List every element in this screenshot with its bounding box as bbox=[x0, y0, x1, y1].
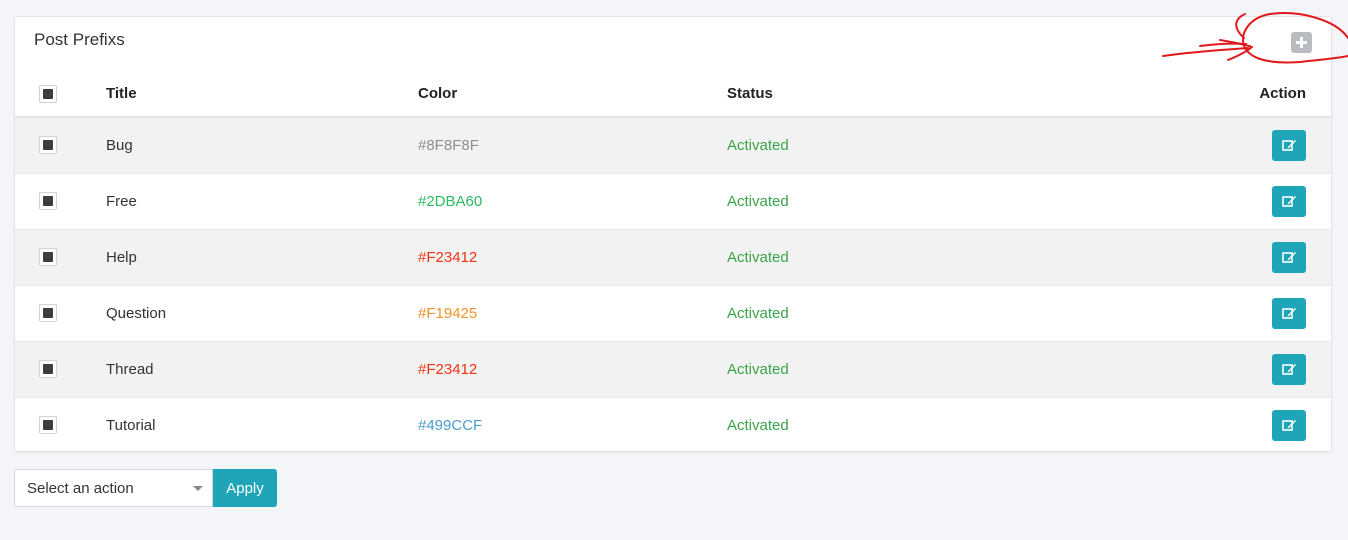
header-title: Title bbox=[106, 85, 137, 102]
select-all-checkbox[interactable] bbox=[39, 84, 57, 103]
caret-down-icon bbox=[193, 486, 203, 491]
row-checkbox[interactable] bbox=[39, 248, 57, 266]
row-title[interactable]: Thread bbox=[106, 341, 418, 397]
row-title[interactable]: Question bbox=[106, 285, 418, 341]
row-status: Activated bbox=[727, 304, 789, 322]
edit-icon bbox=[1281, 420, 1296, 432]
add-prefix-button[interactable] bbox=[1291, 32, 1312, 53]
row-status: Activated bbox=[727, 416, 789, 434]
edit-button[interactable] bbox=[1272, 353, 1306, 385]
row-color-code: #8F8F8F bbox=[418, 136, 479, 154]
row-title[interactable]: Tutorial bbox=[106, 397, 418, 453]
row-color-code: #F23412 bbox=[418, 248, 478, 266]
row-color-code: #2DBA60 bbox=[418, 192, 483, 210]
table-row: Free #2DBA60 Activated bbox=[15, 173, 1331, 229]
post-prefixes-panel: Post Prefixs Title Color Status Action B… bbox=[14, 16, 1332, 452]
table-row: Bug #8F8F8F Activated bbox=[15, 117, 1331, 173]
row-checkbox[interactable] bbox=[39, 192, 57, 210]
row-status: Activated bbox=[727, 360, 789, 378]
header-status: Status bbox=[727, 85, 773, 102]
header-select-cell bbox=[15, 71, 106, 117]
edit-icon bbox=[1281, 252, 1296, 263]
row-color-code: #F23412 bbox=[418, 360, 478, 378]
table-row: Thread #F23412 Activated bbox=[15, 341, 1331, 397]
row-title[interactable]: Bug bbox=[106, 117, 418, 173]
bulk-action-select-value: Select an action bbox=[27, 479, 134, 497]
row-color-code: #499CCF bbox=[418, 416, 483, 434]
row-checkbox[interactable] bbox=[39, 360, 57, 378]
row-status: Activated bbox=[727, 248, 789, 266]
row-title[interactable]: Free bbox=[106, 173, 418, 229]
panel-title: Post Prefixs bbox=[34, 30, 125, 49]
prefix-table: Title Color Status Action Bug #8F8F8F Ac… bbox=[15, 71, 1331, 453]
row-checkbox[interactable] bbox=[39, 304, 57, 322]
edit-icon bbox=[1281, 308, 1296, 319]
row-checkbox[interactable] bbox=[39, 416, 57, 435]
table-header-row: Title Color Status Action bbox=[15, 71, 1331, 117]
edit-icon bbox=[1281, 140, 1296, 152]
row-status: Activated bbox=[727, 192, 789, 210]
header-action: Action bbox=[1259, 85, 1306, 102]
table-row: Question #F19425 Activated bbox=[15, 285, 1331, 341]
edit-button[interactable] bbox=[1272, 409, 1306, 441]
edit-button[interactable] bbox=[1272, 185, 1306, 217]
row-color-code: #F19425 bbox=[418, 304, 478, 322]
apply-button[interactable]: Apply bbox=[213, 469, 277, 507]
row-title[interactable]: Help bbox=[106, 229, 418, 285]
bulk-action-bar: Select an action Apply bbox=[14, 469, 277, 507]
plus-icon bbox=[1296, 37, 1307, 48]
table-row: Help #F23412 Activated bbox=[15, 229, 1331, 285]
edit-icon bbox=[1281, 364, 1296, 375]
header-color: Color bbox=[418, 85, 458, 102]
edit-button[interactable] bbox=[1272, 297, 1306, 329]
row-checkbox[interactable] bbox=[39, 136, 57, 155]
edit-button[interactable] bbox=[1272, 129, 1306, 161]
table-row: Tutorial #499CCF Activated bbox=[15, 397, 1331, 453]
edit-icon bbox=[1281, 196, 1296, 207]
bulk-action-select[interactable]: Select an action bbox=[14, 469, 213, 507]
edit-button[interactable] bbox=[1272, 241, 1306, 273]
row-status: Activated bbox=[727, 136, 789, 154]
